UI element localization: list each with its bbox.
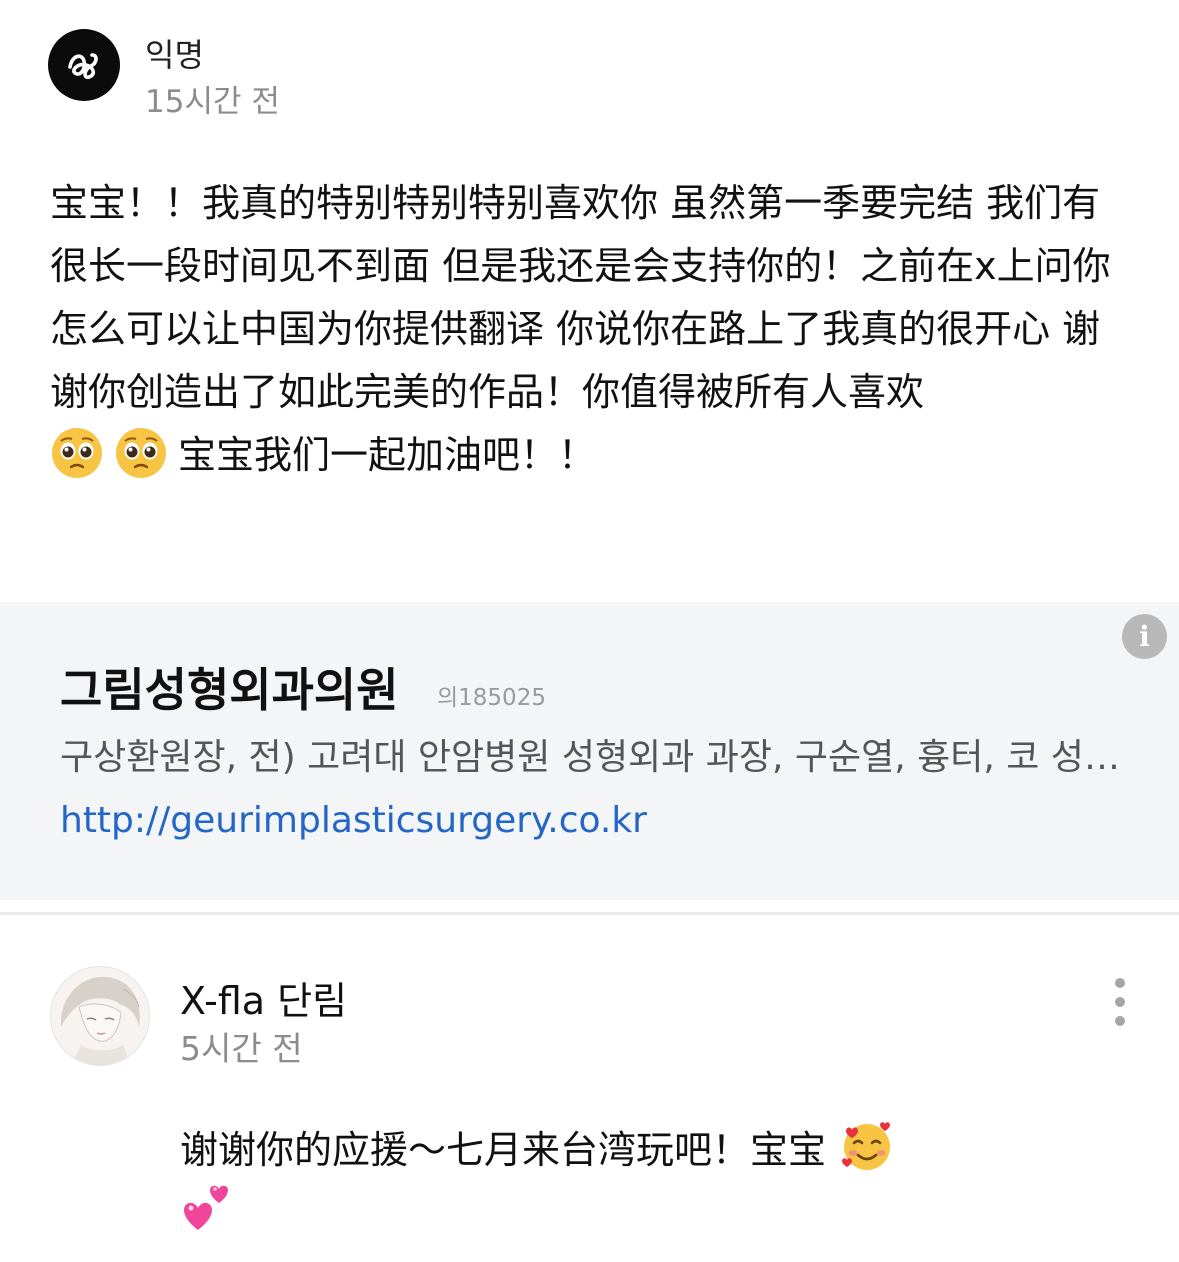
- divider: [0, 912, 1179, 915]
- more-dot: [1115, 978, 1125, 988]
- reply-body-text: 谢谢你的应援～七月来台湾玩吧！宝宝: [180, 1128, 827, 1172]
- ad-link[interactable]: http://geurimplasticsurgery.co.kr: [60, 800, 647, 841]
- pleading-face-emoji-icon: [52, 428, 102, 478]
- comment-author[interactable]: 익명: [145, 30, 204, 76]
- reply-avatar[interactable]: [50, 966, 150, 1066]
- ad-title[interactable]: 그림성형외과의원: [60, 654, 399, 720]
- comment-timestamp: 15시간 전: [145, 84, 280, 120]
- profile-illustration-icon: [51, 967, 149, 1065]
- smiling-face-with-hearts-emoji-icon: [842, 1122, 891, 1170]
- ad-description: 구상환원장, 전) 고려대 안암병원 성형외과 과장, 구순열, 흉터, 코 성…: [60, 737, 1120, 778]
- logo-icon: [68, 53, 98, 80]
- comment-body: 宝宝！！我真的特别特别特别喜欢你 虽然第一季要完结 我们有很长一段时间见不到面 …: [50, 172, 1130, 487]
- more-dot: [1115, 997, 1125, 1007]
- comment-body-text: 宝宝！！我真的特别特别特别喜欢你 虽然第一季要完结 我们有很长一段时间见不到面 …: [50, 181, 1111, 414]
- reply-author[interactable]: X-fla 단림: [180, 970, 347, 1025]
- reply-timestamp: 5시간 전: [180, 1029, 303, 1068]
- anonymous-avatar[interactable]: [48, 29, 120, 101]
- reply-body: 谢谢你的应援～七月来台湾玩吧！宝宝: [180, 1117, 1060, 1243]
- ad-license-code: 의185025: [437, 685, 546, 711]
- comment-body-tail: 宝宝我们一起加油吧！！: [178, 433, 597, 477]
- pleading-face-emoji-icon: [116, 428, 166, 478]
- more-options-icon[interactable]: [1108, 978, 1132, 1026]
- comment-item: 익명 15시간 전 宝宝！！我真的特别特别特别喜欢你 虽然第一季要完结 我们有很…: [0, 0, 1179, 600]
- two-hearts-emoji-icon: [184, 1185, 228, 1230]
- more-dot: [1115, 1016, 1125, 1026]
- info-icon[interactable]: i: [1122, 614, 1167, 659]
